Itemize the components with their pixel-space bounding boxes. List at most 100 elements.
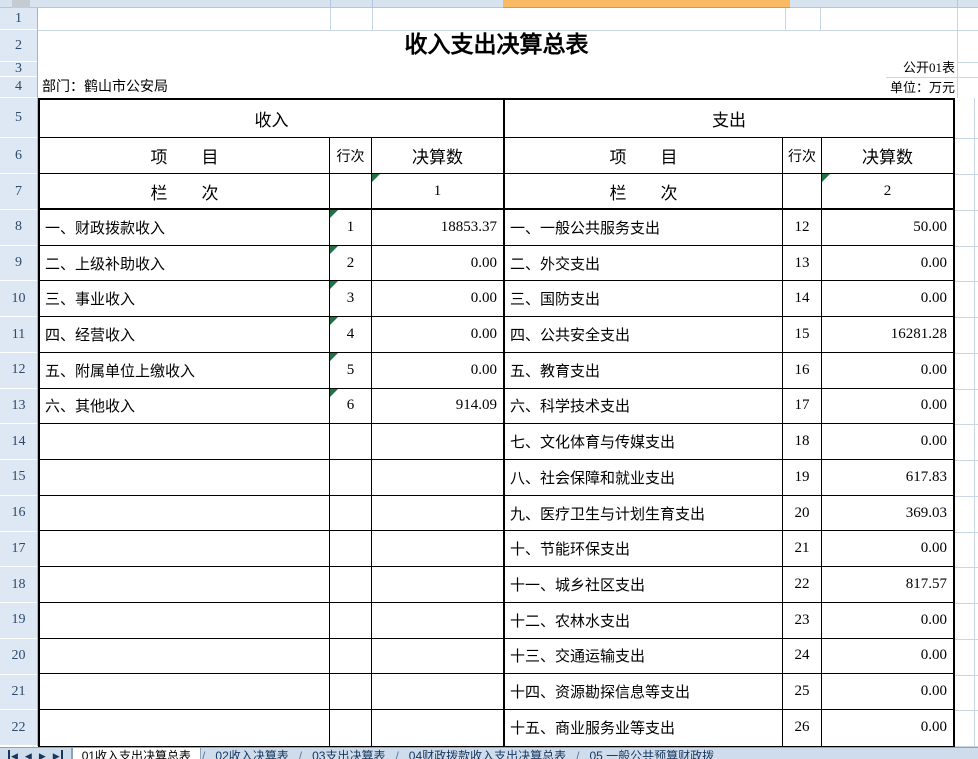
income-item-cell[interactable] (40, 567, 330, 602)
income-line-cell[interactable] (330, 496, 372, 531)
expense-section-header[interactable]: 支出 (505, 100, 953, 138)
row-header-8[interactable]: 8 (0, 210, 37, 246)
income-amount-cell[interactable]: 0.00 (372, 281, 503, 316)
expense-amount-cell[interactable]: 0.00 (822, 639, 953, 674)
income-section-header[interactable]: 收入 (40, 100, 503, 138)
sheet-tab-4[interactable]: 04财政拨款收入支出决算总表 (400, 748, 575, 759)
row-header-4[interactable]: 4 (0, 77, 37, 98)
expense-amount-cell[interactable]: 0.00 (822, 246, 953, 281)
income-line-cell[interactable] (330, 460, 372, 495)
expense-item-cell[interactable]: 十五、商业服务业等支出 (505, 710, 783, 746)
income-amount-cell[interactable]: 0.00 (372, 353, 503, 388)
expense-item-cell[interactable]: 九、医疗卫生与计划生育支出 (505, 496, 783, 531)
row-header-1[interactable]: 1 (0, 8, 37, 30)
income-col-item[interactable]: 项 目 (40, 138, 330, 173)
income-amount-cell[interactable]: 0.00 (372, 246, 503, 281)
income-line-cell[interactable]: 1 (330, 210, 372, 245)
expense-amount-cell[interactable]: 0.00 (822, 674, 953, 709)
expense-item-cell[interactable]: 十三、交通运输支出 (505, 639, 783, 674)
expense-line-cell[interactable]: 18 (783, 424, 822, 459)
income-amount-cell[interactable] (372, 424, 503, 459)
income-item-cell[interactable] (40, 603, 330, 638)
income-amount-cell[interactable] (372, 603, 503, 638)
sheet-tab-2[interactable]: 02收入决算表 (206, 748, 297, 759)
income-line-cell[interactable] (330, 424, 372, 459)
income-lanci-label[interactable]: 栏 次 (40, 174, 330, 208)
sheet-tab-5[interactable]: 05 一般公共预算财政拨 (581, 748, 724, 759)
expense-line-cell[interactable]: 26 (783, 710, 822, 746)
expense-amount-cell[interactable]: 0.00 (822, 353, 953, 388)
expense-line-cell[interactable]: 23 (783, 603, 822, 638)
income-line-cell[interactable]: 5 (330, 353, 372, 388)
income-amount-cell[interactable] (372, 531, 503, 566)
income-col-amount[interactable]: 决算数 (372, 138, 503, 173)
expense-item-cell[interactable]: 八、社会保障和就业支出 (505, 460, 783, 495)
expense-col-line[interactable]: 行次 (783, 138, 822, 173)
expense-item-cell[interactable]: 一、一般公共服务支出 (505, 210, 783, 245)
income-amount-cell[interactable] (372, 674, 503, 709)
income-item-cell[interactable] (40, 496, 330, 531)
expense-line-cell[interactable]: 15 (783, 317, 822, 352)
expense-item-cell[interactable]: 十一、城乡社区支出 (505, 567, 783, 602)
expense-line-cell[interactable]: 16 (783, 353, 822, 388)
income-line-cell[interactable]: 2 (330, 246, 372, 281)
income-amount-cell[interactable] (372, 496, 503, 531)
select-all-corner[interactable] (12, 0, 30, 8)
row-header-14[interactable]: 14 (0, 424, 37, 460)
sheet-tab-1[interactable]: 01收入支出决算总表 (72, 748, 201, 759)
expense-item-cell[interactable]: 四、公共安全支出 (505, 317, 783, 352)
income-line-cell[interactable]: 4 (330, 317, 372, 352)
expense-amount-cell[interactable]: 369.03 (822, 496, 953, 531)
expense-item-cell[interactable]: 二、外交支出 (505, 246, 783, 281)
income-item-cell[interactable] (40, 674, 330, 709)
expense-item-cell[interactable]: 十二、农林水支出 (505, 603, 783, 638)
row-header-19[interactable]: 19 (0, 603, 37, 639)
income-item-cell[interactable]: 一、财政拨款收入 (40, 210, 330, 245)
row-header-16[interactable]: 16 (0, 496, 37, 532)
income-item-cell[interactable]: 四、经营收入 (40, 317, 330, 352)
next-sheet-icon[interactable]: ▶ (39, 750, 46, 759)
doc-code-label[interactable]: 公开01表 (903, 59, 955, 77)
row-header-15[interactable]: 15 (0, 460, 37, 496)
sheet-title[interactable]: 收入支出决算总表 (38, 28, 955, 62)
expense-item-cell[interactable]: 五、教育支出 (505, 353, 783, 388)
row-header-12[interactable]: 12 (0, 353, 37, 389)
income-item-cell[interactable]: 二、上级补助收入 (40, 246, 330, 281)
expense-line-cell[interactable]: 14 (783, 281, 822, 316)
expense-amount-cell[interactable]: 16281.28 (822, 317, 953, 352)
row-header-7[interactable]: 7 (0, 174, 37, 210)
prev-sheet-icon[interactable]: ◀ (25, 750, 32, 759)
income-col-line[interactable]: 行次 (330, 138, 372, 173)
expense-amount-cell[interactable]: 617.83 (822, 460, 953, 495)
column-header-strip[interactable] (0, 0, 978, 8)
row-header-9[interactable]: 9 (0, 246, 37, 282)
first-sheet-icon[interactable]: ◀ (8, 750, 18, 759)
row-header-6[interactable]: 6 (0, 138, 37, 174)
expense-amount-cell[interactable]: 50.00 (822, 210, 953, 245)
selected-columns-highlight[interactable] (503, 0, 790, 8)
expense-amount-cell[interactable]: 0.00 (822, 389, 953, 424)
income-amount-cell[interactable] (372, 710, 503, 746)
income-item-cell[interactable]: 三、事业收入 (40, 281, 330, 316)
expense-line-cell[interactable]: 25 (783, 674, 822, 709)
income-item-cell[interactable]: 五、附属单位上缴收入 (40, 353, 330, 388)
income-item-cell[interactable] (40, 460, 330, 495)
row-header-22[interactable]: 22 (0, 710, 37, 746)
income-amount-cell[interactable] (372, 639, 503, 674)
expense-amount-cell[interactable]: 817.57 (822, 567, 953, 602)
expense-line-cell[interactable]: 17 (783, 389, 822, 424)
expense-line-cell[interactable]: 21 (783, 531, 822, 566)
expense-amount-cell[interactable]: 0.00 (822, 603, 953, 638)
department-label[interactable]: 部门：鹤山市公安局 (42, 78, 168, 97)
income-line-cell[interactable] (330, 710, 372, 746)
income-line-cell[interactable] (330, 603, 372, 638)
income-item-cell[interactable]: 六、其他收入 (40, 389, 330, 424)
row-header-2[interactable]: 2 (0, 30, 37, 62)
expense-amount-cell[interactable]: 0.00 (822, 281, 953, 316)
last-sheet-icon[interactable]: ▶ (53, 750, 63, 759)
expense-line-cell[interactable]: 24 (783, 639, 822, 674)
expense-amount-cell[interactable]: 0.00 (822, 424, 953, 459)
income-item-cell[interactable] (40, 531, 330, 566)
row-header-13[interactable]: 13 (0, 389, 37, 425)
expense-lanci-label[interactable]: 栏 次 (505, 174, 783, 208)
